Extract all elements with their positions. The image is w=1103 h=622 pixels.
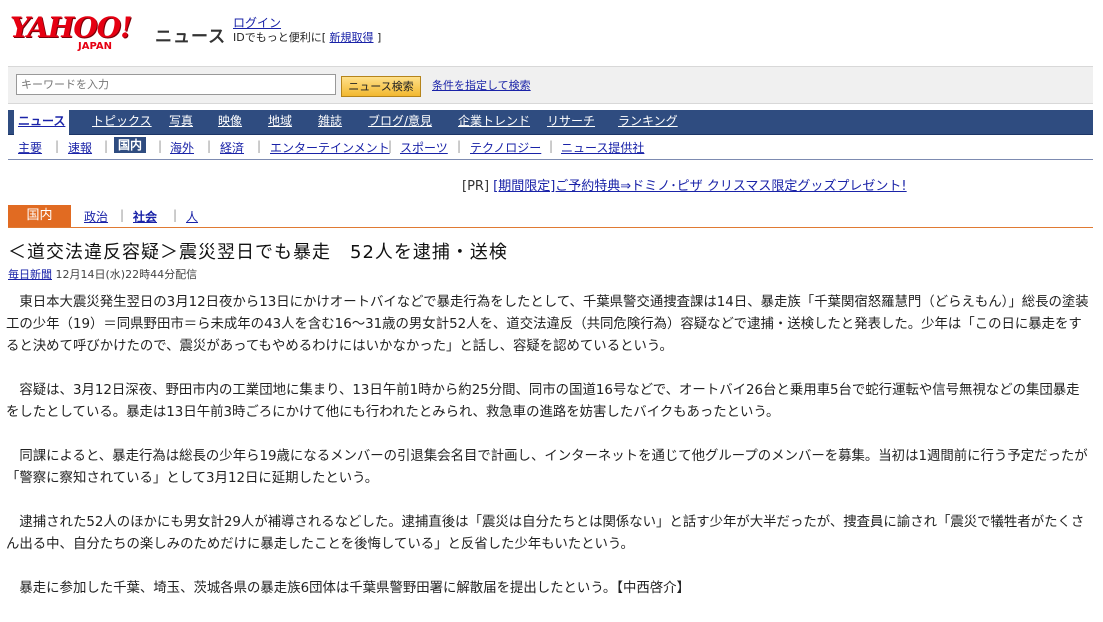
yahoo-japan-logo[interactable]: YAHOO! JAPAN — [10, 14, 152, 54]
category-link-people[interactable]: 人 — [186, 208, 198, 225]
main-nav-research[interactable]: リサーチ — [543, 110, 599, 134]
main-nav-videos[interactable]: 映像 — [214, 110, 246, 134]
category-link-society[interactable]: 社会 — [133, 208, 157, 225]
article-body: 東日本大震災発生翌日の3月12日夜から13日にかけオートバイなどで暴走行為をした… — [6, 292, 1091, 622]
service-name: ニュース — [155, 27, 227, 47]
source-link[interactable]: 毎日新聞 — [8, 268, 52, 281]
main-nav-business-trends[interactable]: 企業トレンド — [454, 110, 534, 134]
sub-nav-separator: | — [207, 139, 212, 153]
sub-nav-separator: | — [457, 139, 462, 153]
category-separator: | — [173, 208, 178, 222]
main-nav: ニュース トピックス 写真 映像 地域 雑誌 ブログ/意見 企業トレンド リサー… — [8, 110, 1093, 136]
article-date: 12月14日(水)22時44分配信 — [55, 268, 198, 281]
article-headline: ＜道交法違反容疑＞震災翌日でも暴走 52人を逮捕・送検 — [8, 242, 508, 263]
news-search-button[interactable]: ニュース検索 — [341, 76, 421, 97]
pr-link[interactable]: [期間限定]ご予約特典⇒ドミノ･ピザ クリスマス限定グッズプレゼント! — [493, 179, 907, 194]
article-source: 毎日新聞 12月14日(水)22時44分配信 — [8, 266, 197, 282]
main-nav-local[interactable]: 地域 — [264, 110, 296, 134]
sub-nav-breaking[interactable]: 速報 — [68, 139, 92, 156]
logo-text: YAHOO! — [10, 11, 132, 44]
sub-nav-separator: | — [158, 139, 163, 153]
sub-nav-economy[interactable]: 経済 — [220, 139, 244, 156]
sub-nav-separator: | — [257, 139, 262, 153]
logo-subtext: JAPAN — [78, 41, 112, 52]
sub-nav-entertainment[interactable]: エンターテインメント — [270, 139, 390, 156]
sub-nav-international[interactable]: 海外 — [170, 139, 194, 156]
login-sub-prefix: IDでもっと便利に[ — [233, 31, 327, 44]
sub-nav-domestic[interactable]: 国内 — [114, 137, 147, 153]
category-separator: | — [120, 208, 125, 222]
category-title: 国内 — [8, 205, 71, 227]
article-paragraph: 暴走に参加した千葉、埼玉、茨城各県の暴走族6団体は千葉県警野田署に解散届を提出し… — [19, 581, 690, 596]
sub-nav: 主要 | 速報 | 国内 | 海外 | 経済 | エンターテインメント | スポ… — [8, 135, 1093, 160]
article-paragraph: 東日本大震災発生翌日の3月12日夜から13日にかけオートバイなどで暴走行為をした… — [6, 295, 1089, 354]
login-subtext: IDでもっと便利に[ 新規取得 ] — [233, 29, 381, 45]
main-nav-magazines[interactable]: 雑誌 — [314, 110, 346, 134]
main-nav-ranking[interactable]: ランキング — [614, 110, 682, 134]
sub-nav-separator: | — [549, 139, 554, 153]
sub-nav-technology[interactable]: テクノロジー — [470, 139, 541, 156]
sub-nav-news-providers[interactable]: ニュース提供社 — [561, 139, 644, 156]
main-nav-topics[interactable]: トピックス — [88, 110, 156, 134]
main-nav-blogs[interactable]: ブログ/意見 — [364, 110, 436, 134]
main-nav-photos[interactable]: 写真 — [165, 110, 197, 134]
sub-nav-separator: | — [55, 139, 60, 153]
sub-nav-sports[interactable]: スポーツ — [400, 139, 448, 156]
article-paragraph: 同課によると、暴走行為は総長の少年ら19歳になるメンバーの引退集会名目で計画し、… — [6, 449, 1088, 486]
pr-tag: [PR] — [462, 179, 490, 194]
search-bar: ニュース検索 条件を指定して検索 — [8, 66, 1093, 104]
article-paragraph: 容疑は、3月12日深夜、野田市内の工業団地に集まり、13日午前1時から約25分間… — [6, 383, 1080, 420]
login-sub-suffix: ] — [377, 31, 382, 44]
sub-nav-top[interactable]: 主要 — [18, 139, 42, 156]
main-nav-news[interactable]: ニュース — [14, 110, 70, 136]
pr-ad: [PR] [期間限定]ご予約特典⇒ドミノ･ピザ クリスマス限定グッズプレゼント! — [462, 175, 907, 194]
register-link[interactable]: 新規取得 — [330, 31, 374, 44]
article-paragraph: 逮捕された52人のほかにも男女計29人が補導されるなどした。逮捕直後は「震災は自… — [6, 515, 1085, 552]
search-input[interactable] — [16, 74, 336, 95]
sub-nav-separator: | — [104, 139, 109, 153]
category-bar: 国内 政治 | 社会 | 人 — [8, 205, 1093, 228]
category-link-politics[interactable]: 政治 — [84, 208, 108, 225]
sub-nav-separator: | — [388, 139, 393, 153]
advanced-search-link[interactable]: 条件を指定して検索 — [432, 77, 531, 93]
